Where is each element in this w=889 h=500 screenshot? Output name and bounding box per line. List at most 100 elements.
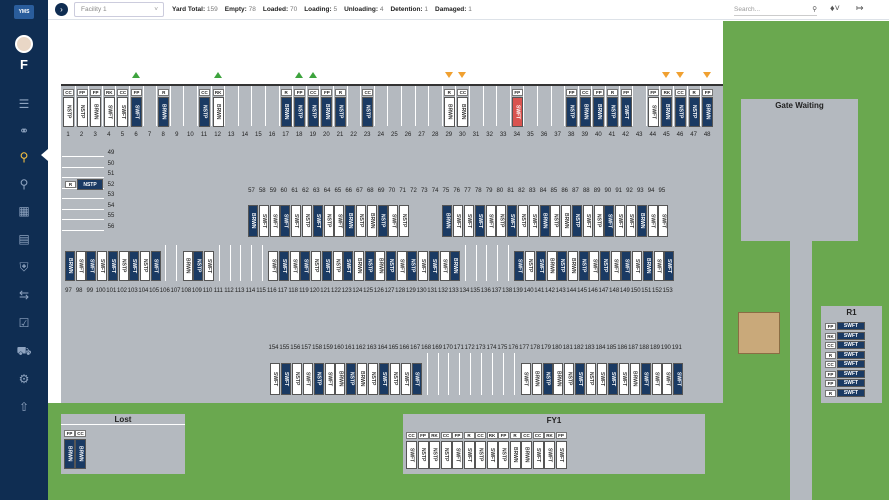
trailer[interactable]: SWFT (658, 205, 669, 237)
trailer[interactable]: SWFT (474, 205, 485, 237)
trailer[interactable]: SWFT (535, 251, 546, 281)
trailer[interactable]: BRWN (212, 97, 224, 127)
trailer[interactable]: BRWN (553, 363, 564, 395)
trailer[interactable]: NSTP (542, 363, 553, 395)
trailer[interactable]: NSTP (294, 97, 306, 127)
trailer[interactable]: BRWN (629, 363, 640, 395)
trailer[interactable]: NSTP (77, 179, 103, 190)
trailer[interactable]: NSTP (593, 205, 604, 237)
trailer[interactable]: SWFT (343, 251, 354, 281)
trailer[interactable]: SWFT (379, 363, 389, 395)
facility-select[interactable]: Facility 1 ˅ (74, 2, 164, 17)
trailer[interactable]: SWFT (621, 251, 632, 281)
logout-icon[interactable]: ↦ (856, 3, 864, 14)
trailer[interactable]: NSTP (440, 441, 452, 469)
trailer[interactable]: BRWN (567, 251, 578, 281)
trailer[interactable]: NSTP (518, 205, 528, 237)
trailer[interactable]: NSTP (346, 363, 357, 395)
trailer[interactable]: SWFT (837, 341, 865, 349)
trailer[interactable]: SWFT (520, 363, 531, 395)
trailer[interactable]: SWFT (662, 363, 673, 395)
trailer[interactable]: SWFT (582, 205, 593, 237)
trailer[interactable]: SWFT (270, 363, 280, 395)
avatar[interactable] (15, 35, 33, 53)
trailer[interactable]: NSTP (302, 205, 312, 237)
trailer[interactable]: NSTP (386, 251, 396, 281)
trailer[interactable]: SWFT (511, 97, 523, 127)
trailer[interactable]: SWFT (607, 363, 618, 395)
trailer[interactable]: SWFT (837, 388, 865, 397)
trailer[interactable]: BRWN (702, 97, 714, 127)
dock-search-icon[interactable]: ⚲ (16, 149, 32, 165)
trailer[interactable]: BRWN (521, 441, 532, 469)
trailer[interactable]: BRWN (158, 97, 170, 127)
trailer[interactable]: SWFT (837, 350, 865, 359)
trailer[interactable]: SWFT (464, 205, 474, 237)
trailer[interactable]: SWFT (117, 97, 129, 127)
trailer[interactable]: BRWN (335, 363, 346, 395)
trailer[interactable]: NSTP (572, 205, 582, 237)
trailer[interactable]: NSTP (63, 97, 74, 127)
trailer[interactable]: BRWN (75, 439, 86, 469)
trailer[interactable]: BRWN (90, 97, 102, 127)
trailer[interactable]: BRWN (182, 251, 193, 281)
trailer[interactable]: BRWN (366, 205, 377, 237)
trailer[interactable]: SWFT (324, 363, 335, 395)
trailer[interactable]: NSTP (607, 97, 618, 127)
trailer[interactable]: NSTP (139, 251, 150, 281)
trailer[interactable]: BRWN (450, 251, 461, 281)
trailer[interactable]: BRWN (375, 251, 386, 281)
trailer[interactable]: BRWN (64, 439, 75, 469)
trailer[interactable]: SWFT (439, 251, 450, 281)
trailer[interactable]: SWFT (418, 251, 429, 281)
trailer[interactable]: BRWN (546, 251, 557, 281)
trailer[interactable]: SWFT (150, 251, 161, 281)
trailer[interactable]: SWFT (647, 205, 658, 237)
trailer[interactable]: SWFT (107, 251, 118, 281)
document-icon[interactable]: ▤ (16, 231, 32, 247)
trailer[interactable]: SWFT (258, 205, 269, 237)
trailer[interactable]: SWFT (485, 205, 496, 237)
trailer[interactable]: SWFT (632, 251, 643, 281)
trailer[interactable]: SWFT (837, 379, 865, 387)
trailer[interactable]: SWFT (575, 363, 586, 395)
trailer[interactable]: NSTP (525, 251, 536, 281)
trailer[interactable]: SWFT (280, 363, 291, 395)
calendar-icon[interactable]: ▦ (16, 203, 32, 219)
trailer[interactable]: NSTP (193, 251, 204, 281)
trailer[interactable]: NSTP (557, 251, 568, 281)
trailer[interactable]: NSTP (364, 251, 375, 281)
trailer[interactable]: NSTP (600, 251, 610, 281)
trailer[interactable]: SWFT (300, 251, 311, 281)
trailer[interactable]: SWFT (129, 251, 140, 281)
trailer[interactable]: SWFT (647, 97, 659, 127)
trailer[interactable]: SWFT (396, 251, 407, 281)
shield-icon[interactable]: ⛨ (16, 259, 32, 275)
search-icon[interactable]: ⚲ (16, 176, 32, 192)
trailer[interactable]: SWFT (75, 251, 86, 281)
trailer[interactable]: SWFT (837, 322, 865, 330)
trailer[interactable]: NSTP (362, 97, 374, 127)
trailer[interactable]: NSTP (323, 205, 334, 237)
trailer[interactable]: SWFT (279, 251, 289, 281)
trailer[interactable]: NSTP (368, 363, 379, 395)
chevron-right-icon[interactable]: › (55, 3, 68, 16)
trailer[interactable]: SWFT (664, 251, 675, 281)
trailer[interactable]: SWFT (528, 205, 539, 237)
trailer[interactable]: SWFT (597, 363, 607, 395)
trailer[interactable]: BRWN (509, 441, 521, 469)
trailer[interactable]: SWFT (452, 441, 463, 469)
trailer[interactable]: SWFT (97, 251, 108, 281)
trailer[interactable]: NSTP (377, 205, 388, 237)
trailer[interactable]: NSTP (417, 441, 429, 469)
trailer[interactable]: SWFT (302, 363, 313, 395)
bank-icon[interactable]: ☰ (16, 96, 32, 112)
trailer[interactable]: NSTP (356, 205, 366, 237)
trailer[interactable]: NSTP (475, 441, 486, 469)
trailer[interactable]: NSTP (564, 363, 575, 395)
trailer[interactable]: SWFT (400, 363, 411, 395)
trailer[interactable]: SWFT (388, 205, 399, 237)
trailer[interactable]: SWFT (289, 251, 300, 281)
trailer[interactable]: NSTP (76, 97, 88, 127)
trailer[interactable]: SWFT (406, 441, 417, 469)
